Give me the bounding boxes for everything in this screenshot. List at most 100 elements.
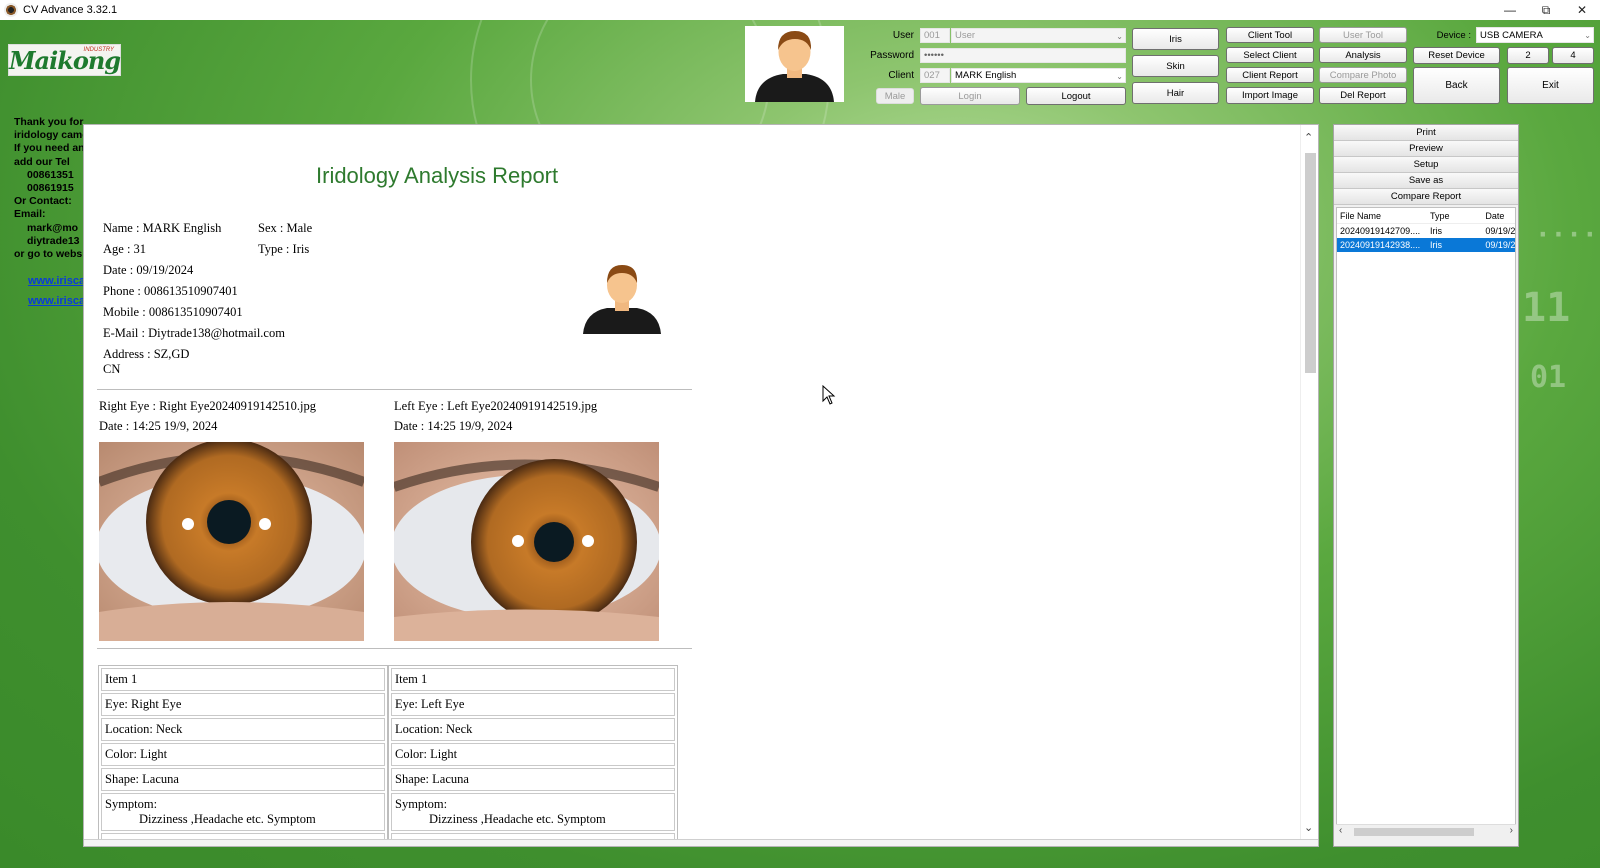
report-avatar [582, 256, 662, 334]
client-report-button[interactable]: Client Report [1226, 67, 1314, 83]
row-file-name: 20240919142938.... [1340, 240, 1421, 250]
scrollbar-thumb[interactable] [1354, 828, 1474, 836]
symptom-label: Symptom: [105, 797, 158, 811]
camera-2-button[interactable]: 2 [1507, 47, 1549, 64]
scrollbar-thumb[interactable] [1305, 153, 1316, 373]
left-eye-date: Date : 14:25 19/9, 2024 [394, 419, 513, 433]
right-eye-date: Date : 14:25 19/9, 2024 [99, 419, 218, 433]
right-eye-file: Right Eye : Right Eye20240919142510.jpg [99, 399, 317, 413]
report-title: Iridology Analysis Report [316, 163, 559, 188]
website-link-2[interactable]: www.iriscamera.com [28, 295, 84, 307]
client-id-field[interactable]: 027 [920, 68, 950, 83]
symptom-text: Dizziness ,Headache etc. Symptom [139, 812, 316, 826]
row-file-name: 20240919142709.... [1340, 226, 1421, 236]
item-shape: Shape: Lacuna [101, 768, 385, 791]
row-date: 09/19/2 [1485, 240, 1515, 250]
analysis-button[interactable]: Analysis [1319, 47, 1407, 63]
logout-button[interactable]: Logout [1026, 87, 1126, 105]
item-symptom: Symptom: Dizziness ,Headache etc. Sympto… [101, 793, 385, 831]
mouse-cursor-icon [822, 384, 836, 405]
item-color: Color: Light [101, 743, 385, 766]
item-location: Location: Neck [101, 718, 385, 741]
patient-email: E-Mail : Diytrade138@hotmail.com [103, 326, 285, 340]
maikong-logo: INDUSTRY Maikong [8, 44, 121, 76]
item-eye: Eye: Right Eye [101, 693, 385, 716]
item-eye: Eye: Left Eye [391, 693, 675, 716]
minimize-icon[interactable]: — [1492, 0, 1528, 20]
column-type[interactable]: Type [1428, 211, 1485, 221]
password-field[interactable]: •••••• [920, 48, 1126, 63]
skin-button[interactable]: Skin [1132, 55, 1219, 77]
setup-button[interactable]: Setup [1334, 157, 1518, 173]
exit-button[interactable]: Exit [1507, 67, 1594, 104]
divider [97, 648, 692, 649]
scroll-up-icon[interactable]: ⌃ [1304, 131, 1313, 144]
scroll-down-icon[interactable]: ⌄ [1304, 821, 1313, 834]
contact-info: Thank you for your order Maikong iridolo… [14, 116, 84, 261]
title-bar: CV Advance 3.32.1 — ⧉ ✕ [0, 0, 1600, 20]
save-as-button[interactable]: Save as [1334, 173, 1518, 189]
patient-sex: Sex : Male [258, 221, 313, 235]
patient-age: Age : 31 [103, 242, 147, 256]
client-tool-button[interactable]: Client Tool [1226, 27, 1314, 43]
user-select[interactable]: User ⌄ [951, 28, 1126, 43]
file-list-row-selected[interactable]: 20240919142938.... Iris 09/19/2 [1337, 238, 1515, 252]
column-date[interactable]: Date [1485, 211, 1515, 221]
device-select[interactable]: USB CAMERA ⌄ [1476, 27, 1594, 43]
user-tool-button[interactable]: User Tool [1319, 27, 1407, 43]
user-id-field[interactable]: 001 [920, 28, 950, 43]
row-type: Iris [1429, 240, 1442, 250]
camera-4-button[interactable]: 4 [1552, 47, 1594, 64]
scroll-left-icon[interactable]: ‹ [1339, 825, 1342, 836]
close-icon[interactable]: ✕ [1564, 0, 1600, 20]
divider [97, 389, 692, 390]
hair-button[interactable]: Hair [1132, 82, 1219, 104]
back-button[interactable]: Back [1413, 67, 1500, 104]
gender-button[interactable]: Male [876, 88, 914, 104]
file-list-horizontal-scrollbar[interactable]: ‹ › [1336, 824, 1516, 838]
item-number: Item 1 [101, 668, 385, 691]
left-eye-image [394, 442, 659, 641]
item-shape: Shape: Lacuna [391, 768, 675, 791]
patient-country: CN [103, 362, 121, 376]
client-label: Client [888, 70, 914, 81]
chevron-down-icon: ⌄ [1584, 31, 1591, 40]
report-vertical-scrollbar[interactable]: ⌃ ⌄ [1300, 125, 1318, 846]
right-eye-findings: Item 1 Eye: Right Eye Location: Neck Col… [98, 665, 388, 846]
compare-photo-button[interactable]: Compare Photo [1319, 67, 1407, 83]
item-location: Location: Neck [391, 718, 675, 741]
preview-button[interactable]: Preview [1334, 141, 1518, 157]
del-report-button[interactable]: Del Report [1319, 87, 1407, 104]
patient-address: Address : SZ,GD [103, 347, 190, 361]
file-list-row[interactable]: 20240919142709.... Iris 09/19/2 [1337, 224, 1515, 238]
row-type: Iris [1429, 226, 1442, 236]
patient-phone: Phone : 008613510907401 [103, 284, 238, 298]
print-button[interactable]: Print [1334, 125, 1518, 141]
website-link-1[interactable]: www.iriscamera.cn [28, 275, 84, 287]
scroll-right-icon[interactable]: › [1510, 825, 1513, 836]
select-client-button[interactable]: Select Client [1226, 47, 1314, 63]
item-color: Color: Light [391, 743, 675, 766]
report-type: Type : Iris [258, 242, 310, 256]
right-eye-image [99, 442, 364, 641]
report-preview: Iridology Analysis Report Name : MARK En… [83, 124, 1319, 847]
restore-icon[interactable]: ⧉ [1528, 0, 1564, 20]
symptom-label: Symptom: [395, 797, 448, 811]
password-label: Password [870, 50, 914, 61]
report-file-list[interactable]: File Name Type Date 20240919142709.... I… [1336, 207, 1516, 832]
patient-name: Name : MARK English [103, 221, 222, 235]
iris-button[interactable]: Iris [1132, 28, 1219, 50]
client-avatar [745, 26, 844, 102]
chevron-down-icon: ⌄ [1116, 72, 1123, 81]
item-number: Item 1 [391, 668, 675, 691]
symptom-text: Dizziness ,Headache etc. Symptom [429, 812, 606, 826]
login-button[interactable]: Login [920, 87, 1020, 105]
reset-device-button[interactable]: Reset Device [1413, 47, 1500, 64]
client-select-value: MARK English [955, 70, 1017, 81]
left-eye-file: Left Eye : Left Eye20240919142519.jpg [394, 399, 598, 413]
column-file-name[interactable]: File Name [1337, 211, 1428, 221]
import-image-button[interactable]: Import Image [1226, 87, 1314, 104]
compare-report-button[interactable]: Compare Report [1334, 189, 1518, 205]
user-label: User [892, 30, 914, 41]
client-select[interactable]: MARK English ⌄ [951, 68, 1126, 83]
